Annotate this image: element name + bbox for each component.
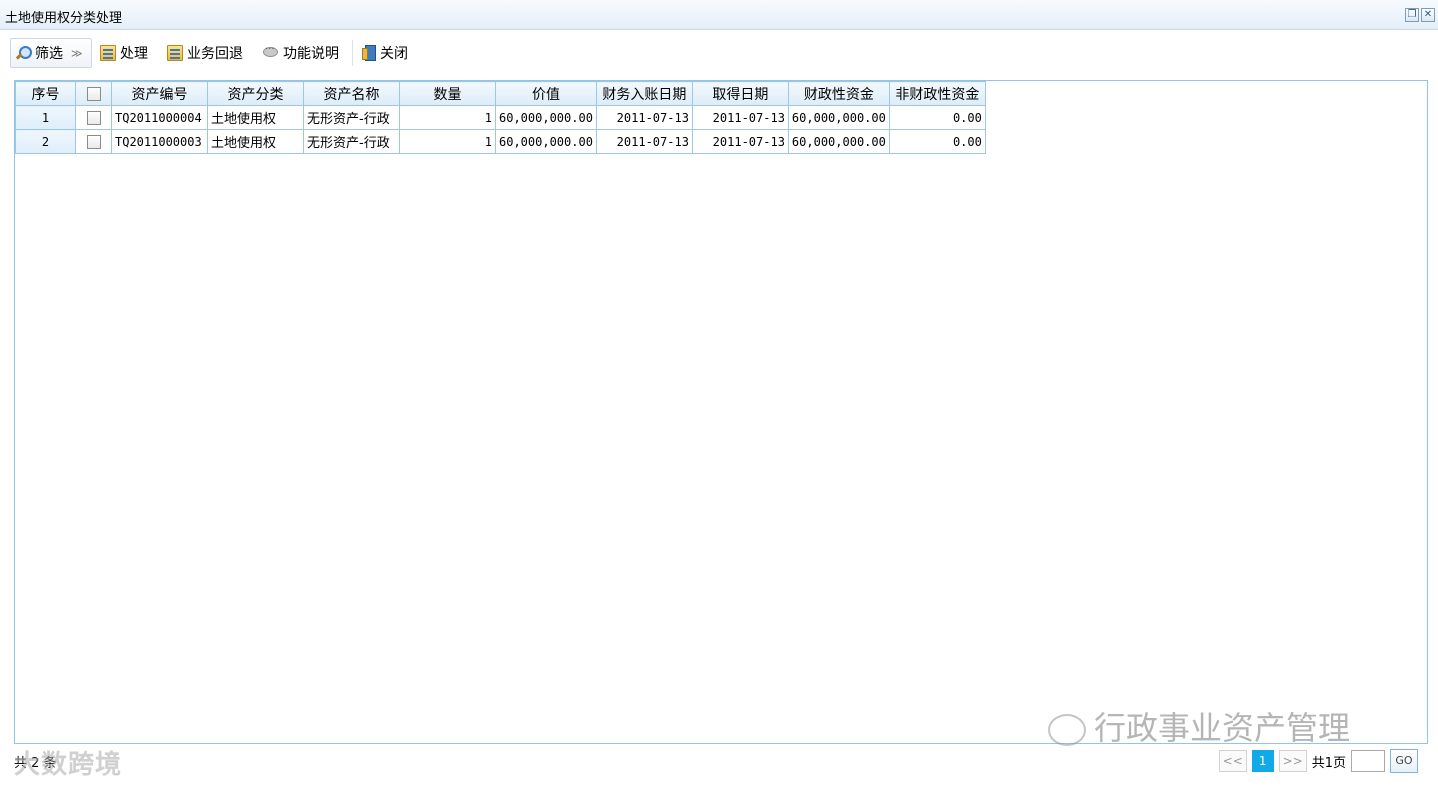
rollback-label: 业务回退 xyxy=(187,46,243,62)
close-icon[interactable]: ✕ xyxy=(1421,8,1435,22)
cell-book-date: 2011-07-13 xyxy=(595,105,693,130)
header-asset-name[interactable]: 资产名称 xyxy=(303,81,400,106)
help-label: 功能说明 xyxy=(283,46,339,62)
grid-footer: 共 2 条 大数跨境 << 1 >> 共1页 GO xyxy=(0,744,1438,786)
cell-asset-name: 无形资产-行政 xyxy=(303,105,400,130)
table-header-row: 序号 资产编号 资产分类 资产名称 数量 价值 财务入账日期 取得日期 财政性资… xyxy=(15,81,986,106)
window-title: 土地使用权分类处理 xyxy=(5,11,123,26)
asset-table: 序号 资产编号 资产分类 资产名称 数量 价值 财务入账日期 取得日期 财政性资… xyxy=(15,81,986,154)
cell-select xyxy=(75,129,112,154)
select-all-checkbox[interactable] xyxy=(86,86,101,101)
rollback-button[interactable]: 业务回退 xyxy=(167,40,243,66)
wechat-logo-icon xyxy=(1048,714,1086,746)
cell-book-date: 2011-07-13 xyxy=(595,129,693,154)
close-button[interactable]: 关闭 xyxy=(362,40,408,66)
cell-asset-category: 土地使用权 xyxy=(207,105,304,130)
toolbar: 筛选 ≫ 处理 业务回退 功能说明 关闭 xyxy=(0,36,1438,70)
row-checkbox[interactable] xyxy=(86,110,101,125)
header-seq[interactable]: 序号 xyxy=(15,81,76,106)
header-quantity[interactable]: 数量 xyxy=(399,81,496,106)
cell-quantity: 1 xyxy=(399,105,496,130)
toolbar-divider xyxy=(352,40,353,66)
cell-acquire-date: 2011-07-13 xyxy=(691,129,789,154)
next-page-button[interactable]: >> xyxy=(1278,750,1307,772)
window-titlebar: 土地使用权分类处理 ❐ ✕ xyxy=(0,0,1438,30)
data-grid: 序号 资产编号 资产分类 资产名称 数量 价值 财务入账日期 取得日期 财政性资… xyxy=(14,80,1428,744)
filter-button[interactable]: 筛选 ≫ xyxy=(10,38,92,68)
header-value[interactable]: 价值 xyxy=(495,81,597,106)
cell-fiscal-fund: 60,000,000.00 xyxy=(787,105,890,130)
filter-label: 筛选 xyxy=(35,46,63,62)
cell-asset-code: TQ2011000004 xyxy=(111,105,208,130)
cell-fiscal-fund: 60,000,000.00 xyxy=(787,129,890,154)
cell-value: 60,000,000.00 xyxy=(495,105,597,130)
watermark-left: 大数跨境 xyxy=(14,750,123,780)
watermark-right: 行政事业资产管理 xyxy=(1048,703,1350,749)
process-label: 处理 xyxy=(120,46,148,62)
window-controls: ❐ ✕ xyxy=(1405,8,1435,22)
cell-asset-category: 土地使用权 xyxy=(207,129,304,154)
close-label: 关闭 xyxy=(380,46,408,62)
cell-quantity: 1 xyxy=(399,129,496,154)
search-icon xyxy=(15,45,32,61)
cell-nonfiscal-fund: 0.00 xyxy=(888,105,986,130)
cell-seq: 2 xyxy=(15,129,76,154)
watermark-right-text: 行政事业资产管理 xyxy=(1094,709,1351,747)
cell-seq: 1 xyxy=(15,105,76,130)
table-row[interactable]: 1 TQ2011000004 土地使用权 无形资产-行政 1 60,000,00… xyxy=(15,105,986,130)
cell-asset-code: TQ2011000003 xyxy=(111,129,208,154)
prev-page-button[interactable]: << xyxy=(1218,750,1247,772)
rollback-icon xyxy=(167,45,183,61)
page-count: 共1页 xyxy=(1311,755,1346,771)
header-fiscal-fund[interactable]: 财政性资金 xyxy=(787,81,890,106)
header-nonfiscal-fund[interactable]: 非财政性资金 xyxy=(888,81,986,106)
cell-select xyxy=(75,105,112,130)
process-icon xyxy=(100,45,116,61)
cell-value: 60,000,000.00 xyxy=(495,129,597,154)
process-button[interactable]: 处理 xyxy=(100,40,148,66)
header-asset-category[interactable]: 资产分类 xyxy=(207,81,304,106)
header-asset-code[interactable]: 资产编号 xyxy=(111,81,208,106)
current-page-button[interactable]: 1 xyxy=(1251,750,1274,772)
table-row[interactable]: 2 TQ2011000003 土地使用权 无形资产-行政 1 60,000,00… xyxy=(15,129,986,154)
page-jump-input[interactable] xyxy=(1351,750,1385,772)
row-checkbox[interactable] xyxy=(86,134,101,149)
exit-door-icon xyxy=(362,45,376,61)
header-select-all[interactable] xyxy=(75,81,112,106)
cell-nonfiscal-fund: 0.00 xyxy=(888,129,986,154)
pagination: << 1 >> 共1页 GO xyxy=(1218,749,1418,773)
speech-bubble-icon xyxy=(263,44,279,61)
go-button[interactable]: GO xyxy=(1390,749,1418,773)
help-button[interactable]: 功能说明 xyxy=(263,40,339,66)
header-book-date[interactable]: 财务入账日期 xyxy=(595,81,693,106)
cell-asset-name: 无形资产-行政 xyxy=(303,129,400,154)
cell-acquire-date: 2011-07-13 xyxy=(691,105,789,130)
restore-icon[interactable]: ❐ xyxy=(1405,8,1419,22)
header-acquire-date[interactable]: 取得日期 xyxy=(691,81,789,106)
chevron-down-icon: ≫ xyxy=(71,46,83,60)
